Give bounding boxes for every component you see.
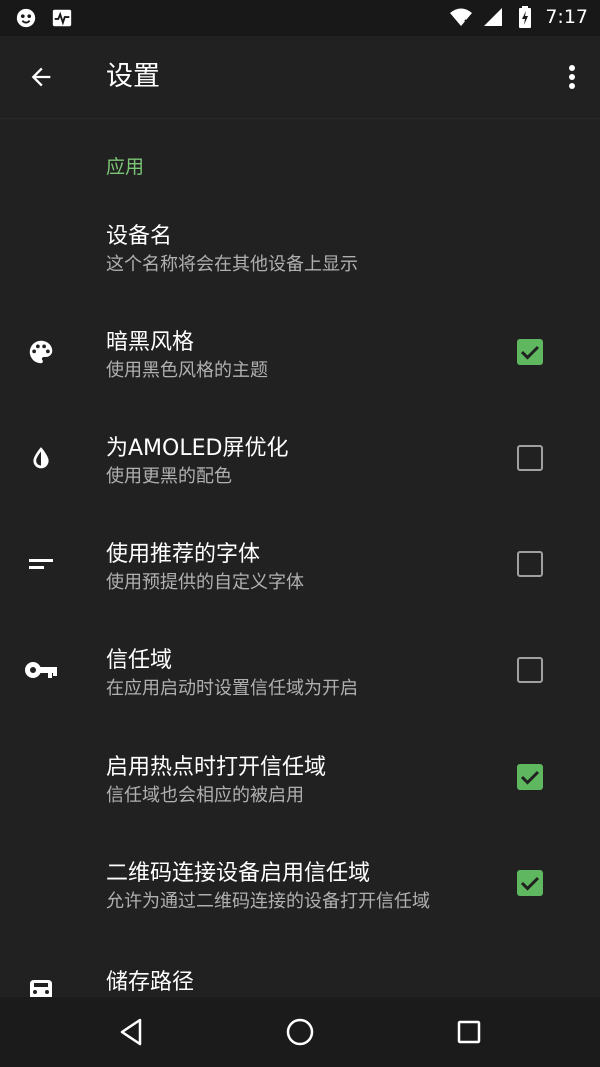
- nav-home-button[interactable]: [279, 1011, 321, 1053]
- pref-summary: 这个名称将会在其他设备上显示: [106, 254, 358, 275]
- overflow-menu-button[interactable]: [558, 56, 586, 98]
- pref-dark-theme[interactable]: 暗黑风格 使用黑色风格的主题: [0, 306, 600, 412]
- recommended-font-checkbox[interactable]: [517, 551, 543, 577]
- storage-icon: [24, 973, 58, 997]
- circle-home-icon: [286, 1018, 314, 1046]
- key-icon: [24, 653, 58, 687]
- pref-title: 设备名: [106, 224, 173, 249]
- section-header-app: 应用: [106, 156, 145, 178]
- battery-charging-icon: [513, 5, 537, 29]
- pref-qr-trust-zone[interactable]: 二维码连接设备启用信任域 允许为通过二维码连接的设备打开信任域: [0, 837, 600, 943]
- pref-title: 信任域: [106, 648, 173, 673]
- pref-trust-zone[interactable]: 信任域 在应用启动时设置信任域为开启: [0, 624, 600, 730]
- page-title: 设置: [106, 61, 160, 92]
- pref-summary: 使用预提供的自定义字体: [106, 572, 304, 593]
- pref-title: 为AMOLED屏优化: [106, 436, 289, 461]
- short-text-icon: [24, 547, 58, 581]
- pref-title: 储存路径: [106, 970, 195, 995]
- palette-icon: [24, 335, 58, 369]
- check-icon: [520, 876, 540, 891]
- app-toolbar: 设置: [0, 36, 600, 119]
- pref-title: 暗黑风格: [106, 330, 195, 355]
- pref-title: 二维码连接设备启用信任域: [106, 861, 371, 886]
- trust-zone-checkbox[interactable]: [517, 657, 543, 683]
- pref-summary: 在应用启动时设置信任域为开启: [106, 678, 358, 699]
- activity-monitor-icon: [50, 6, 74, 30]
- cell-signal-icon: [481, 5, 505, 29]
- pref-summary: 使用黑色风格的主题: [106, 360, 268, 381]
- water-drop-icon: [24, 441, 58, 475]
- back-button[interactable]: [20, 56, 62, 98]
- pref-recommended-font[interactable]: 使用推荐的字体 使用预提供的自定义字体: [0, 518, 600, 624]
- arrow-left-icon: [31, 67, 51, 87]
- hotspot-trust-zone-checkbox[interactable]: [517, 764, 543, 790]
- triangle-back-icon: [120, 1018, 142, 1046]
- pref-summary: 信任域也会相应的被启用: [106, 785, 304, 806]
- check-icon: [520, 345, 540, 360]
- nav-back-button[interactable]: [110, 1011, 152, 1053]
- square-recents-icon: [457, 1020, 481, 1044]
- pref-summary: 使用更黑的配色: [106, 466, 232, 487]
- qr-trust-zone-checkbox[interactable]: [517, 870, 543, 896]
- navigation-bar: [0, 997, 600, 1067]
- pref-hotspot-trust-zone[interactable]: 启用热点时打开信任域 信任域也会相应的被启用: [0, 731, 600, 837]
- dark-theme-checkbox[interactable]: [517, 339, 543, 365]
- nav-recents-button[interactable]: [448, 1011, 490, 1053]
- pref-summary: 允许为通过二维码连接的设备打开信任域: [106, 891, 430, 912]
- pref-storage-path[interactable]: 储存路径: [0, 944, 600, 997]
- pref-title: 启用热点时打开信任域: [106, 755, 327, 780]
- pref-title: 使用推荐的字体: [106, 542, 261, 567]
- pref-amoled[interactable]: 为AMOLED屏优化 使用更黑的配色: [0, 412, 600, 518]
- amoled-checkbox[interactable]: [517, 445, 543, 471]
- check-icon: [520, 770, 540, 785]
- more-vert-icon: [569, 65, 575, 89]
- status-bar: 7:17: [0, 0, 600, 36]
- app-notification-icon: [14, 6, 38, 30]
- wifi-off-icon: [449, 5, 473, 29]
- pref-device-name[interactable]: 设备名 这个名称将会在其他设备上显示: [0, 200, 600, 306]
- clock: 7:17: [545, 6, 588, 28]
